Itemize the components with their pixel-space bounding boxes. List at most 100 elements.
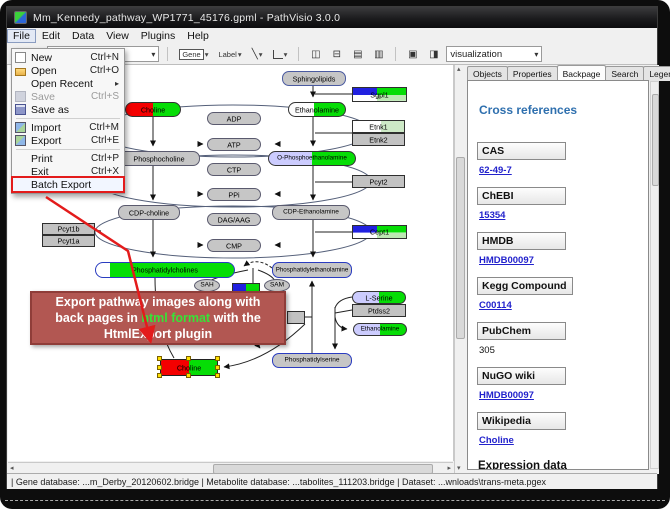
menu-item-label: Export: [31, 135, 61, 147]
node-phosphatidylcholines[interactable]: Phosphatidylcholines: [95, 262, 235, 278]
xref-link[interactable]: Choline: [479, 435, 648, 446]
selection-handle[interactable]: [215, 373, 220, 378]
node-ethanolamine-2[interactable]: Ethanolamine: [353, 323, 407, 336]
xref-link[interactable]: HMDB00097: [479, 390, 648, 401]
node-sgpl1[interactable]: Sgpl1: [352, 87, 407, 102]
tab-objects[interactable]: Objects: [467, 66, 508, 81]
node-ppi[interactable]: PPi: [207, 188, 261, 201]
selection-handle[interactable]: [186, 356, 191, 361]
menu-item-save-as[interactable]: Save as: [13, 103, 123, 116]
selection-handle[interactable]: [186, 373, 191, 378]
menu-item-import[interactable]: ImportCtrl+M: [13, 121, 123, 134]
node-cmp[interactable]: CMP: [207, 239, 261, 252]
toolbar-separator: [167, 47, 168, 61]
tab-backpage[interactable]: Backpage: [557, 65, 607, 80]
menu-item-print[interactable]: PrintCtrl+P: [13, 152, 123, 165]
menu-item-export[interactable]: ExportCtrl+E: [13, 134, 123, 147]
node-phosphatidylethanolamine[interactable]: Phosphatidylethanolamine: [272, 262, 352, 278]
selection-handle[interactable]: [157, 365, 162, 370]
link-tool-button[interactable]: ◨: [425, 46, 442, 63]
menu-plugins[interactable]: Plugins: [135, 29, 181, 43]
menu-item-exit[interactable]: ExitCtrl+X: [13, 165, 123, 178]
menu-edit[interactable]: Edit: [36, 29, 66, 43]
scroll-up-icon[interactable]: ▴: [457, 65, 461, 75]
frame-dashed-line: [5, 500, 665, 501]
node-adp[interactable]: ADP: [207, 112, 261, 125]
chevron-down-icon: ▾: [534, 50, 538, 59]
label-tool-icon: Label: [218, 50, 236, 59]
menu-item-save[interactable]: SaveCtrl+S: [13, 90, 123, 103]
selection-handle[interactable]: [157, 373, 162, 378]
menu-item-batch-export[interactable]: Batch Export: [13, 178, 123, 191]
panel-scrollbar[interactable]: [650, 81, 659, 469]
node-pcyt1a[interactable]: Pcyt1a: [42, 235, 95, 247]
selection-handle[interactable]: [157, 356, 162, 361]
menu-item-new[interactable]: NewCtrl+N: [13, 51, 123, 64]
backpage-content: Cross references CAS62-49-7ChEBI15354HMD…: [467, 80, 649, 470]
align-center-button[interactable]: ◫: [307, 46, 324, 63]
node-label: ATP: [227, 141, 240, 148]
stack-vertical-button[interactable]: ▤: [349, 46, 366, 63]
label-tool-button[interactable]: Label ▾: [215, 46, 244, 63]
node-phosphocholine[interactable]: Phosphocholine: [118, 151, 200, 166]
node-label: PPi: [228, 191, 239, 198]
menu-data[interactable]: Data: [66, 29, 100, 43]
node-ethanolamine-top[interactable]: Ethanolamine: [288, 102, 346, 117]
menu-view[interactable]: View: [100, 29, 135, 43]
node-lserine[interactable]: L-Serine: [352, 291, 406, 304]
line-tool-button[interactable]: ╲ ▾: [249, 46, 266, 63]
stack-horizontal-icon: ▥: [374, 49, 383, 60]
menu-item-open[interactable]: OpenCtrl+O: [13, 64, 123, 77]
node-ptdss2[interactable]: Ptdss2: [352, 304, 406, 317]
scrollbar-thumb[interactable]: [456, 157, 465, 339]
node-sphingolipids[interactable]: Sphingolipids: [282, 71, 346, 86]
node-dag-aag[interactable]: DAG/AAG: [207, 213, 261, 226]
node-label: Etnk1: [369, 123, 387, 130]
selection-handle[interactable]: [215, 356, 220, 361]
node-etnk2[interactable]: Etnk2: [352, 133, 405, 146]
scrollbar-thumb[interactable]: [652, 94, 659, 186]
properties-icon: ▣: [408, 49, 417, 60]
stack-horizontal-button[interactable]: ▥: [370, 46, 387, 63]
node-label: Phosphocholine: [133, 155, 184, 162]
node-cdp-ethanolamine[interactable]: CDP-Ethanolamine: [272, 205, 350, 220]
tab-legend[interactable]: Legend: [643, 66, 670, 81]
menu-help[interactable]: Help: [181, 29, 215, 43]
node-ctp[interactable]: CTP: [207, 163, 261, 176]
xref-link[interactable]: 62-49-7: [479, 165, 648, 176]
node-label: Pcyt2: [370, 178, 388, 185]
node-cept1[interactable]: Cept1: [352, 225, 407, 239]
tab-properties[interactable]: Properties: [507, 66, 558, 81]
node-etnk1[interactable]: Etnk1: [352, 120, 405, 133]
connector-tool-button[interactable]: ▾: [270, 46, 291, 63]
node-label: Ethanolamine: [295, 106, 339, 113]
node-choline-top[interactable]: Choline: [125, 102, 181, 117]
node-atp[interactable]: ATP: [207, 138, 261, 151]
no-icon: [15, 179, 26, 190]
align-middle-button[interactable]: ⊟: [328, 46, 345, 63]
menu-separator: [16, 118, 120, 119]
tab-search[interactable]: Search: [605, 66, 644, 81]
visualization-combobox[interactable]: visualization ▾: [446, 46, 542, 62]
connector-tool-icon: [273, 50, 283, 59]
xref-link[interactable]: C00114: [479, 300, 648, 311]
menu-item-open-recent[interactable]: Open Recent▸: [13, 77, 123, 90]
selection-handle[interactable]: [215, 365, 220, 370]
node-cdp-choline[interactable]: CDP-choline: [118, 205, 180, 220]
panel-tabs: ObjectsPropertiesBackpageSearchLegend: [467, 66, 670, 81]
node-label: CTP: [227, 166, 241, 173]
title-bar[interactable]: Mm_Kennedy_pathway_WP1771_45176.gpml - P…: [7, 7, 657, 28]
node-o-phosphoethanolamine[interactable]: O-Phosphoethanolamine: [268, 151, 356, 166]
xref-link[interactable]: HMDB00097: [479, 255, 648, 266]
node-pcyt2[interactable]: Pcyt2: [352, 175, 405, 188]
gene-node-icon: Gene: [179, 49, 203, 60]
common-properties-button[interactable]: ▣: [404, 46, 421, 63]
node-pisd[interactable]: [287, 311, 305, 324]
datanode-tool-button[interactable]: Gene ▾: [176, 46, 211, 63]
node-label: Phosphatidylethanolamine: [276, 267, 349, 273]
xref-link[interactable]: 15354: [479, 210, 648, 221]
node-pcyt1b[interactable]: Pcyt1b: [42, 223, 95, 235]
node-label: CDP-Ethanolamine: [283, 210, 339, 217]
menu-file[interactable]: File: [7, 29, 36, 43]
node-phosphatidylserine[interactable]: Phosphatidylserine: [272, 353, 352, 368]
